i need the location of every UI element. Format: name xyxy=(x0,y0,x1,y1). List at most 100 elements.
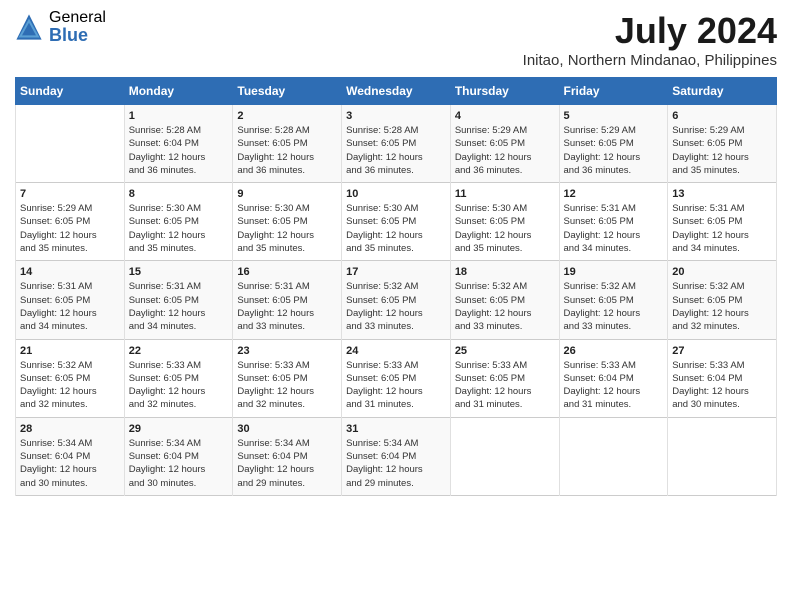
calendar-cell: 21 Sunrise: 5:32 AMSunset: 6:05 PMDayligh… xyxy=(16,339,125,417)
day-info: Sunrise: 5:34 AMSunset: 6:04 PMDaylight:… xyxy=(237,437,337,490)
calendar-week-1: 1 Sunrise: 5:28 AMSunset: 6:04 PMDaylight… xyxy=(16,105,777,183)
calendar-cell: 17Sunrise: 5:32 AMSunset: 6:05 PMDayligh… xyxy=(342,261,451,339)
day-number: 2 xyxy=(237,110,337,122)
day-info: Sunrise: 5:28 AMSunset: 6:04 PMDaylight:… xyxy=(129,124,229,177)
calendar-cell xyxy=(668,417,777,495)
day-info: Sunrise: 5:28 AMSunset: 6:05 PMDaylight:… xyxy=(237,124,337,177)
day-number: 21 xyxy=(20,345,120,357)
day-info: Sunrise: 5:29 AMSunset: 6:05 PMDaylight:… xyxy=(672,124,772,177)
location-label: Initao, Northern Mindanao, Philippines xyxy=(523,52,777,69)
day-info: Sunrise: 5:32 AMSunset: 6:05 PMDaylight:… xyxy=(346,280,446,333)
logo: General Blue xyxy=(15,10,106,44)
calendar-week-5: 28Sunrise: 5:34 AMSunset: 6:04 PMDayligh… xyxy=(16,417,777,495)
weekday-header-tuesday: Tuesday xyxy=(233,78,342,105)
calendar-cell: 25Sunrise: 5:33 AMSunset: 6:05 PMDayligh… xyxy=(450,339,559,417)
day-info: Sunrise: 5:30 AMSunset: 6:05 PMDaylight:… xyxy=(129,202,229,255)
day-info: Sunrise: 5:28 AMSunset: 6:05 PMDaylight:… xyxy=(346,124,446,177)
day-info: Sunrise: 5:34 AMSunset: 6:04 PMDaylight:… xyxy=(20,437,120,490)
weekday-header-thursday: Thursday xyxy=(450,78,559,105)
calendar-cell: 22 Sunrise: 5:33 AMSunset: 6:05 PMDayligh… xyxy=(124,339,233,417)
day-number: 5 xyxy=(564,110,664,122)
day-info: Sunrise: 5:30 AMSunset: 6:05 PMDaylight:… xyxy=(346,202,446,255)
calendar-cell: 26 Sunrise: 5:33 AMSunset: 6:04 PMDayligh… xyxy=(559,339,668,417)
logo-icon xyxy=(15,13,43,41)
calendar-cell: 4Sunrise: 5:29 AMSunset: 6:05 PMDaylight… xyxy=(450,105,559,183)
weekday-header-monday: Monday xyxy=(124,78,233,105)
day-info: Sunrise: 5:32 AMSunset: 6:05 PMDaylight:… xyxy=(455,280,555,333)
day-info: Sunrise: 5:31 AMSunset: 6:05 PMDaylight:… xyxy=(237,280,337,333)
day-number: 10 xyxy=(346,188,446,200)
day-info: Sunrise: 5:33 AMSunset: 6:04 PMDaylight:… xyxy=(672,359,772,412)
day-number: 27 xyxy=(672,345,772,357)
day-number: 13 xyxy=(672,188,772,200)
calendar-cell: 20 Sunrise: 5:32 AMSunset: 6:05 PMDayligh… xyxy=(668,261,777,339)
day-number: 23 xyxy=(237,345,337,357)
day-info: Sunrise: 5:29 AMSunset: 6:05 PMDaylight:… xyxy=(20,202,120,255)
logo-text: General Blue xyxy=(49,10,106,44)
day-number: 26 xyxy=(564,345,664,357)
calendar-cell: 6 Sunrise: 5:29 AMSunset: 6:05 PMDaylight… xyxy=(668,105,777,183)
day-number: 11 xyxy=(455,188,555,200)
day-info: Sunrise: 5:29 AMSunset: 6:05 PMDaylight:… xyxy=(564,124,664,177)
day-info: Sunrise: 5:34 AMSunset: 6:04 PMDaylight:… xyxy=(129,437,229,490)
calendar-cell xyxy=(559,417,668,495)
page-header: General Blue July 2024 Initao, Northern … xyxy=(15,10,777,69)
calendar-cell: 30Sunrise: 5:34 AMSunset: 6:04 PMDayligh… xyxy=(233,417,342,495)
day-number: 12 xyxy=(564,188,664,200)
day-number: 3 xyxy=(346,110,446,122)
day-number: 14 xyxy=(20,266,120,278)
day-info: Sunrise: 5:33 AMSunset: 6:05 PMDaylight:… xyxy=(346,359,446,412)
calendar-cell: 31Sunrise: 5:34 AMSunset: 6:04 PMDayligh… xyxy=(342,417,451,495)
calendar-cell: 14Sunrise: 5:31 AMSunset: 6:05 PMDayligh… xyxy=(16,261,125,339)
day-number: 15 xyxy=(129,266,229,278)
day-info: Sunrise: 5:32 AMSunset: 6:05 PMDaylight:… xyxy=(564,280,664,333)
weekday-header-sunday: Sunday xyxy=(16,78,125,105)
day-info: Sunrise: 5:30 AMSunset: 6:05 PMDaylight:… xyxy=(455,202,555,255)
day-number: 24 xyxy=(346,345,446,357)
calendar-cell: 29 Sunrise: 5:34 AMSunset: 6:04 PMDayligh… xyxy=(124,417,233,495)
weekday-header-saturday: Saturday xyxy=(668,78,777,105)
day-info: Sunrise: 5:32 AMSunset: 6:05 PMDaylight:… xyxy=(672,280,772,333)
day-number: 25 xyxy=(455,345,555,357)
weekday-header-wednesday: Wednesday xyxy=(342,78,451,105)
day-number: 29 xyxy=(129,423,229,435)
month-year-title: July 2024 xyxy=(523,10,777,52)
calendar-cell: 13 Sunrise: 5:31 AMSunset: 6:05 PMDayligh… xyxy=(668,183,777,261)
calendar-cell: 7Sunrise: 5:29 AMSunset: 6:05 PMDaylight… xyxy=(16,183,125,261)
day-info: Sunrise: 5:31 AMSunset: 6:05 PMDaylight:… xyxy=(672,202,772,255)
day-number: 9 xyxy=(237,188,337,200)
calendar-cell: 28Sunrise: 5:34 AMSunset: 6:04 PMDayligh… xyxy=(16,417,125,495)
day-info: Sunrise: 5:32 AMSunset: 6:05 PMDaylight:… xyxy=(20,359,120,412)
calendar-cell: 15 Sunrise: 5:31 AMSunset: 6:05 PMDayligh… xyxy=(124,261,233,339)
calendar-week-3: 14 Sunrise: 5:31 AMSunset: 6:05 PMDayligh… xyxy=(16,261,777,339)
calendar-week-2: 7Sunrise: 5:29 AMSunset: 6:05 PMDaylight… xyxy=(16,183,777,261)
day-info: Sunrise: 5:31 AMSunset: 6:05 PMDaylight:… xyxy=(564,202,664,255)
calendar-cell: 2 Sunrise: 5:28 AMSunset: 6:05 PMDaylight… xyxy=(233,105,342,183)
calendar-cell: 12 Sunrise: 5:31 AMSunset: 6:05 PMDayligh… xyxy=(559,183,668,261)
calendar-cell: 19 Sunrise: 5:32 AMSunset: 6:05 PMDayligh… xyxy=(559,261,668,339)
calendar-cell: 23 Sunrise: 5:33 AMSunset: 6:05 PMDayligh… xyxy=(233,339,342,417)
day-info: Sunrise: 5:33 AMSunset: 6:05 PMDaylight:… xyxy=(237,359,337,412)
logo-general: General xyxy=(49,10,106,26)
day-number: 31 xyxy=(346,423,446,435)
day-number: 20 xyxy=(672,266,772,278)
calendar-cell: 10 Sunrise: 5:30 AMSunset: 6:05 PMDayligh… xyxy=(342,183,451,261)
day-number: 1 xyxy=(129,110,229,122)
day-info: Sunrise: 5:31 AMSunset: 6:05 PMDaylight:… xyxy=(129,280,229,333)
calendar-table: SundayMondayTuesdayWednesdayThursdayFrid… xyxy=(15,77,777,496)
day-info: Sunrise: 5:30 AMSunset: 6:05 PMDaylight:… xyxy=(237,202,337,255)
calendar-cell: 3 Sunrise: 5:28 AMSunset: 6:05 PMDaylight… xyxy=(342,105,451,183)
calendar-week-4: 21 Sunrise: 5:32 AMSunset: 6:05 PMDayligh… xyxy=(16,339,777,417)
day-number: 18 xyxy=(455,266,555,278)
day-info: Sunrise: 5:33 AMSunset: 6:05 PMDaylight:… xyxy=(129,359,229,412)
calendar-cell xyxy=(450,417,559,495)
day-number: 16 xyxy=(237,266,337,278)
day-number: 4 xyxy=(455,110,555,122)
day-number: 6 xyxy=(672,110,772,122)
day-info: Sunrise: 5:33 AMSunset: 6:04 PMDaylight:… xyxy=(564,359,664,412)
calendar-cell: 18 Sunrise: 5:32 AMSunset: 6:05 PMDayligh… xyxy=(450,261,559,339)
calendar-cell: 24 Sunrise: 5:33 AMSunset: 6:05 PMDayligh… xyxy=(342,339,451,417)
calendar-cell: 1 Sunrise: 5:28 AMSunset: 6:04 PMDaylight… xyxy=(124,105,233,183)
day-number: 22 xyxy=(129,345,229,357)
day-number: 19 xyxy=(564,266,664,278)
